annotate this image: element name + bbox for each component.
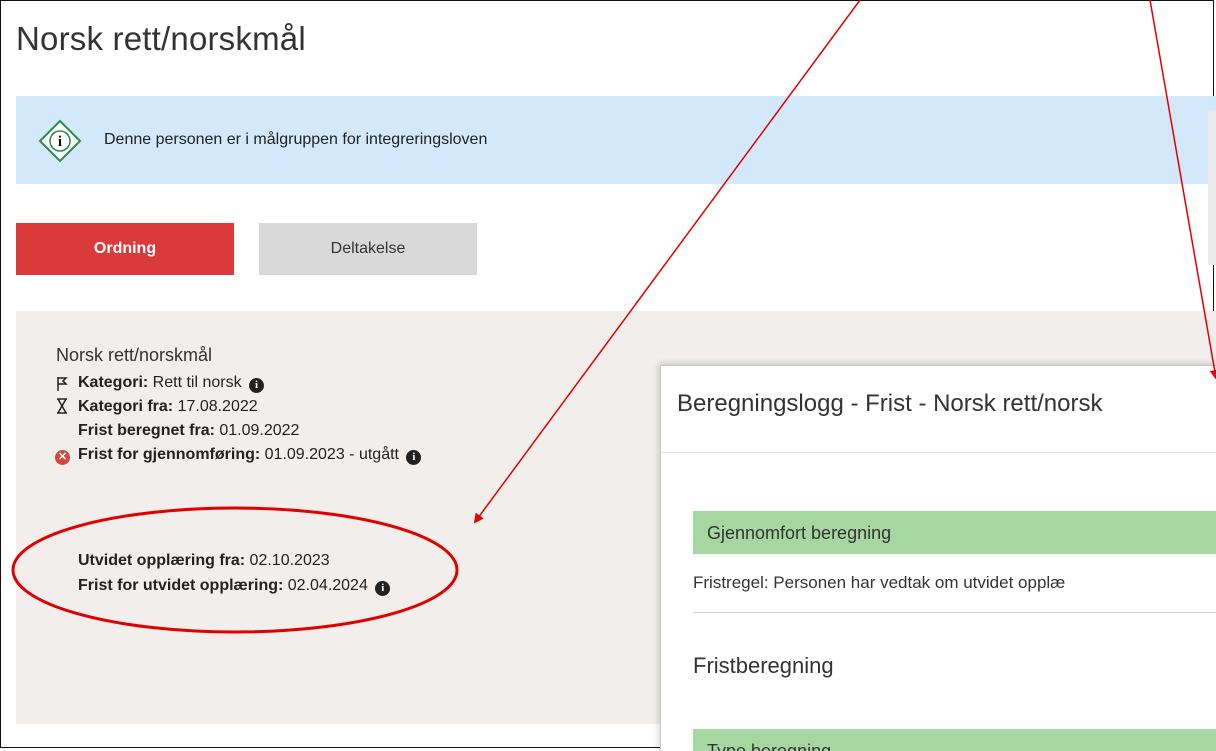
info-circle-icon[interactable]: i	[375, 581, 391, 596]
hourglass-icon	[55, 398, 69, 419]
row-label: Frist for gjennomføring:	[78, 446, 261, 463]
row-label: Utvidet opplæring fra:	[78, 552, 246, 569]
row-frist-gjennomforing: Frist for gjennomføring: 01.09.2023 - ut…	[78, 446, 422, 465]
row-kategori: Kategori: Rett til norsk i	[78, 374, 265, 393]
tab-deltakelse[interactable]: Deltakelse	[259, 223, 477, 275]
info-circle-icon[interactable]: i	[406, 450, 422, 465]
row-value: 02.04.2024	[283, 577, 368, 594]
row-value: 17.08.2022	[173, 398, 258, 415]
panel-title: Norsk rett/norskmål	[56, 345, 213, 365]
row-label: Frist beregnet fra:	[78, 422, 215, 439]
rule-text: Fristregel: Personen har vedtak om utvid…	[693, 573, 1066, 592]
info-banner-text: Denne personen er i målgruppen for integ…	[104, 131, 488, 148]
computed-header: Gjennomfort beregning	[693, 511, 1216, 554]
error-circle-icon: ✕	[55, 447, 70, 465]
row-utvidet-opplaering-fra: Utvidet opplæring fra: 02.10.2023	[78, 552, 330, 570]
row-frist-utvidet-opplaering: Frist for utvidet opplæring: 02.04.2024 …	[78, 577, 391, 596]
row-label: Kategori fra:	[78, 398, 174, 415]
type-header: Type beregning	[693, 729, 1216, 751]
row-value: Rett til norsk	[148, 374, 242, 391]
row-kategori-fra: Kategori fra: 17.08.2022	[78, 398, 258, 416]
row-frist-beregnet-fra: Frist beregnet fra: 01.09.2022	[78, 422, 299, 440]
row-value: 01.09.2023 - utgått	[260, 446, 399, 463]
info-banner: i Denne personen er i målgruppen for int…	[16, 96, 1216, 184]
row-value: 01.09.2022	[214, 422, 300, 439]
info-diamond-icon: i	[38, 119, 82, 163]
info-circle-icon[interactable]: i	[249, 378, 265, 393]
computed-header-label: Gjennomfort beregning	[707, 523, 892, 543]
svg-text:i: i	[58, 134, 62, 150]
row-value: 02.10.2023	[245, 552, 330, 569]
page-title: Norsk rett/norskmål	[16, 20, 306, 57]
row-label: Kategori:	[78, 374, 149, 391]
modal-title: Beregningslogg - Frist - Norsk rett/nors…	[677, 390, 1103, 417]
modal-divider	[661, 452, 1216, 453]
section-title: Fristberegning	[693, 653, 834, 678]
tab-ordning[interactable]: Ordning	[16, 223, 234, 275]
rule-divider	[693, 612, 1216, 613]
flag-icon	[55, 376, 69, 397]
row-label: Frist for utvidet opplæring:	[78, 577, 284, 594]
side-scroll-edge	[1208, 110, 1216, 265]
calculation-log-modal: Beregningslogg - Frist - Norsk rett/nors…	[660, 365, 1216, 751]
